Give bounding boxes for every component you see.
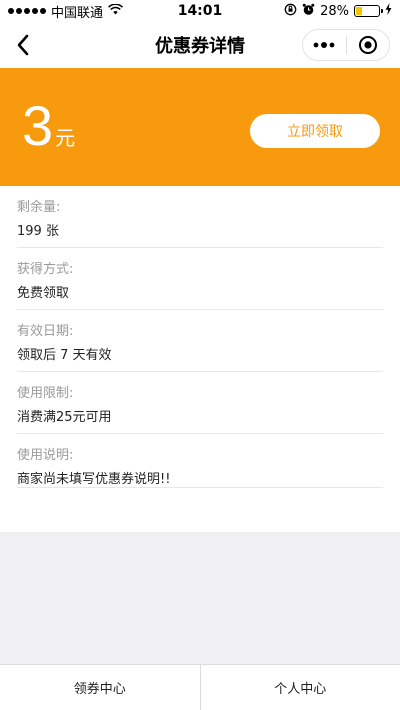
battery-percent: 28% <box>320 3 349 19</box>
detail-value: 免费领取 <box>17 286 70 301</box>
tab-coupon-center[interactable]: 领券中心 <box>0 665 200 710</box>
close-mini-program-button[interactable] <box>347 30 390 60</box>
claim-now-button[interactable]: 立即领取 <box>250 114 380 148</box>
tab-bar: 领券中心 个人中心 <box>0 664 400 710</box>
coupon-details: 剩余量: 199 张 获得方式: 免费领取 有效日期: 领取后 7 天有效 使用… <box>0 186 400 488</box>
status-right: 28% <box>284 3 392 20</box>
detail-remaining: 剩余量: 199 张 <box>17 186 383 248</box>
coupon-banner: 3 元 立即领取 <box>0 68 400 186</box>
status-left: 中国联通 <box>8 2 123 21</box>
coupon-amount-value: 3 <box>22 94 54 157</box>
detail-label: 使用说明: <box>17 448 74 463</box>
more-button[interactable] <box>303 30 346 60</box>
carrier-name: 中国联通 <box>51 5 104 21</box>
detail-value: 199 张 <box>17 224 59 239</box>
detail-label: 使用限制: <box>17 386 74 401</box>
orientation-lock-icon <box>284 3 297 20</box>
target-circle-icon <box>358 36 377 54</box>
back-button[interactable] <box>8 30 38 60</box>
detail-label: 有效日期: <box>17 324 74 339</box>
detail-restriction: 使用限制: 消费满25元可用 <box>17 372 383 434</box>
navigation-bar: 优惠券详情 <box>0 22 400 68</box>
status-bar: 中国联通 14:01 28% <box>0 0 400 22</box>
more-dots-icon <box>313 42 335 48</box>
wifi-icon <box>108 2 123 19</box>
detail-label: 剩余量: <box>17 200 61 215</box>
battery-icon <box>354 5 383 17</box>
signal-strength-icon <box>8 8 46 14</box>
detail-acquisition: 获得方式: 免费领取 <box>17 248 383 310</box>
detail-validity: 有效日期: 领取后 7 天有效 <box>17 310 383 372</box>
tab-personal-center[interactable]: 个人中心 <box>201 665 400 710</box>
coupon-amount: 3 元 <box>22 98 75 154</box>
detail-instructions: 使用说明: 商家尚未填写优惠券说明!! <box>17 434 383 488</box>
battery-level <box>356 7 363 15</box>
chevron-left-icon <box>17 34 29 56</box>
charging-icon <box>385 3 392 19</box>
detail-label: 获得方式: <box>17 262 74 277</box>
mini-program-capsule <box>302 29 390 61</box>
detail-value: 领取后 7 天有效 <box>17 348 112 363</box>
page-title: 优惠券详情 <box>155 36 245 57</box>
detail-value: 商家尚未填写优惠券说明!! <box>17 472 171 487</box>
detail-value: 消费满25元可用 <box>17 410 112 425</box>
empty-area <box>0 532 400 664</box>
coupon-amount-unit: 元 <box>55 126 76 150</box>
alarm-icon <box>302 3 315 20</box>
